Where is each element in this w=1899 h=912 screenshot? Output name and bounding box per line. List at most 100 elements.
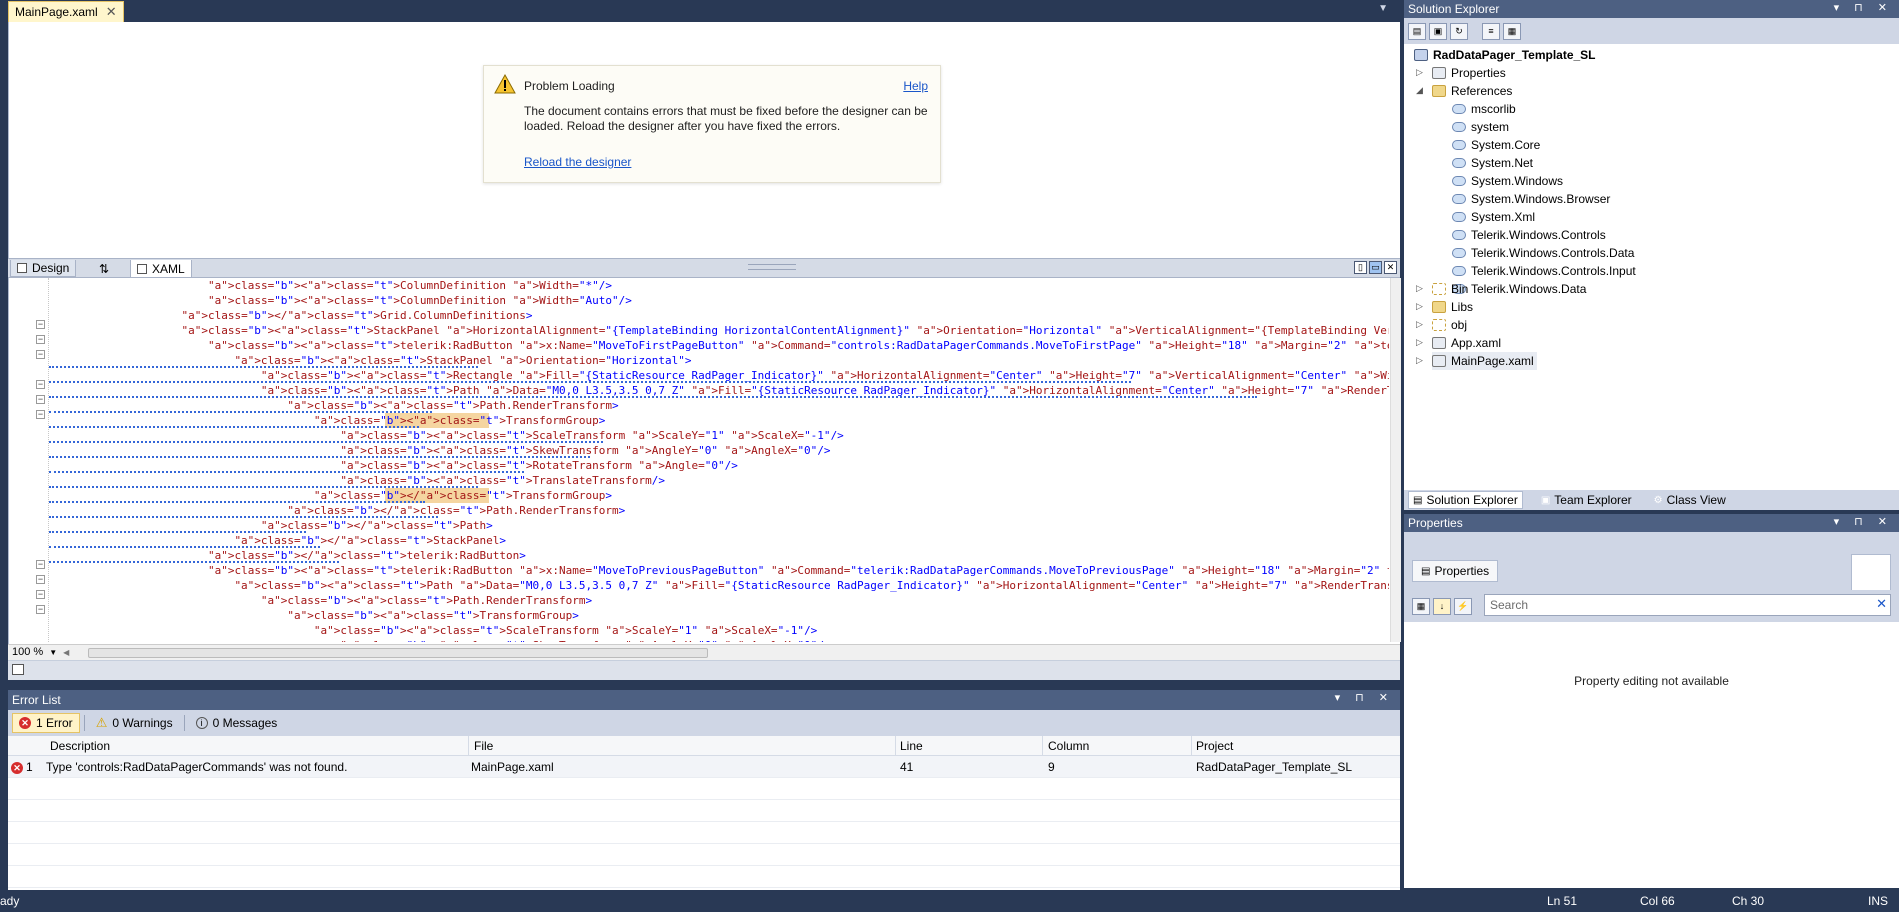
error-list-title-bar: Error List ▾ ⊓ ✕ xyxy=(8,690,1400,710)
chevron-down-icon[interactable]: ▼ xyxy=(1378,3,1388,14)
tree-item-reference[interactable]: System.Windows xyxy=(1452,172,1563,190)
code-line[interactable]: "a">class="b"><"a">class="t">Path.Render… xyxy=(49,593,592,608)
code-line[interactable]: "a">class="b"><"a">class="t">ColumnDefin… xyxy=(49,278,612,293)
tab-xaml[interactable]: XAML xyxy=(130,260,192,278)
errors-filter-button[interactable]: ✕ 1 Error xyxy=(12,713,80,733)
column-header-line[interactable]: Line xyxy=(900,739,923,753)
outline-icon[interactable] xyxy=(12,664,24,675)
code-area[interactable]: "a">class="b"><"a">class="t">ColumnDefin… xyxy=(49,278,1389,642)
tab-solution-explorer[interactable]: ▤ Solution Explorer xyxy=(1408,491,1523,509)
help-link[interactable]: Help xyxy=(903,79,928,93)
code-line[interactable]: "a">class="b"><"a">class="t">StackPanel … xyxy=(49,323,1389,338)
properties-tool-icon[interactable]: ▤ xyxy=(1408,22,1426,40)
code-line[interactable]: "a">class="b"><"a">class="t">ScaleTransf… xyxy=(49,623,817,638)
show-all-files-icon[interactable]: ▣ xyxy=(1429,22,1447,40)
tree-item-reference[interactable]: System.Windows.Browser xyxy=(1452,190,1610,208)
collapse-icon[interactable]: − xyxy=(36,605,45,614)
clear-search-icon[interactable]: ✕ xyxy=(1876,596,1887,612)
tree-item-reference[interactable]: Telerik.Windows.Controls.Data xyxy=(1452,244,1634,262)
code-line[interactable]: "a">class="b"><"a">class="t">telerik:Rad… xyxy=(49,338,1389,353)
tab-mainpage-xaml[interactable]: MainPage.xaml ✕ xyxy=(8,1,124,22)
reload-designer-link[interactable]: Reload the designer xyxy=(524,155,631,169)
collapse-icon[interactable]: − xyxy=(36,350,45,359)
collapse-icon[interactable]: − xyxy=(36,335,45,344)
vertical-scrollbar[interactable] xyxy=(1390,278,1401,642)
column-header-description[interactable]: Description xyxy=(50,739,110,753)
tree-item-bin[interactable]: Bin xyxy=(1432,280,1468,298)
code-line[interactable]: "a">class="b"><"a">class="t">telerik:Rad… xyxy=(49,563,1389,578)
messages-filter-button[interactable]: i 0 Messages xyxy=(189,713,285,733)
panel-controls[interactable]: ▾ ⊓ ✕ xyxy=(1335,691,1394,704)
tree-label: System.Windows xyxy=(1471,174,1564,188)
reference-icon xyxy=(1452,230,1466,240)
expand-icon[interactable]: ▷ xyxy=(1416,283,1423,294)
swap-panes-button[interactable]: ⇅ xyxy=(90,260,118,277)
expand-icon[interactable]: ▷ xyxy=(1416,355,1423,366)
expand-icon[interactable]: ▷ xyxy=(1416,337,1423,348)
sort-alphabetical-icon[interactable]: ↓ xyxy=(1433,597,1451,615)
property-search-input[interactable]: Search xyxy=(1484,594,1891,616)
collapse-icon[interactable]: − xyxy=(36,575,45,584)
tree-item-libs[interactable]: Libs xyxy=(1432,298,1473,316)
collapse-icon[interactable]: − xyxy=(36,380,45,389)
events-icon[interactable]: ⚡ xyxy=(1454,597,1472,615)
warning-icon: ⚠ xyxy=(95,715,108,730)
panel-controls[interactable]: ▾ ⊓ ✕ xyxy=(1834,1,1893,14)
expand-icon[interactable]: ▷ xyxy=(1416,301,1423,312)
collapse-icon[interactable]: − xyxy=(36,395,45,404)
code-line[interactable]: "a">class="b"><"a">class="t">Path "a">Da… xyxy=(49,578,1389,593)
tree-item-reference[interactable]: Telerik.Windows.Controls.Input xyxy=(1452,262,1636,280)
categorized-icon[interactable]: ▦ xyxy=(1412,597,1430,615)
tab-properties[interactable]: ▤ Properties xyxy=(1412,560,1499,582)
tree-item-project[interactable]: RadDataPager_Template_SL xyxy=(1414,46,1596,64)
collapse-icon[interactable]: − xyxy=(36,590,45,599)
horizontal-scrollbar[interactable] xyxy=(88,648,708,658)
tab-design[interactable]: Design xyxy=(10,260,77,277)
chevron-down-icon: ▼ xyxy=(49,647,58,657)
tree-item-references[interactable]: References xyxy=(1432,82,1512,100)
collapse-pane-icon[interactable]: ✕ xyxy=(1384,261,1397,274)
tree-item-reference[interactable]: mscorlib xyxy=(1452,100,1516,118)
table-row[interactable]: ✕ 1 Type 'controls:RadDataPagerCommands'… xyxy=(8,756,1400,778)
tree-item-mainpage-xaml[interactable]: MainPage.xaml xyxy=(1432,352,1537,370)
refresh-icon[interactable]: ↻ xyxy=(1450,22,1468,40)
tree-item-reference[interactable]: System.Xml xyxy=(1452,208,1535,226)
code-line[interactable]: "a">class="b"></"a">class="t">Grid.Colum… xyxy=(49,308,532,323)
tree-item-reference[interactable]: Telerik.Windows.Data xyxy=(1452,280,1586,298)
expand-icon[interactable]: ▷ xyxy=(1416,67,1423,78)
expand-icon[interactable]: ▷ xyxy=(1416,319,1423,330)
tab-team-explorer[interactable]: ▣ Team Explorer xyxy=(1537,492,1636,508)
tree-item-reference[interactable]: system xyxy=(1452,118,1509,136)
xaml-code-editor[interactable]: − − − − − − − − − − "a">class="b"><"a">c… xyxy=(8,278,1401,644)
tree-item-reference[interactable]: System.Net xyxy=(1452,154,1533,172)
status-column: Col 66 xyxy=(1640,894,1675,908)
warnings-filter-button[interactable]: ⚠ 0 Warnings xyxy=(89,713,180,733)
view-designer-icon[interactable]: ▦ xyxy=(1503,22,1521,40)
view-code-icon[interactable]: ≡ xyxy=(1482,22,1500,40)
collapse-icon[interactable]: − xyxy=(36,410,45,419)
panel-controls[interactable]: ▾ ⊓ ✕ xyxy=(1834,515,1893,528)
code-line[interactable]: "a">class="b"><"a">class="t">SkewTransfo… xyxy=(49,638,830,642)
column-header-column[interactable]: Column xyxy=(1048,739,1089,753)
tree-item-app-xaml[interactable]: App.xaml xyxy=(1432,334,1501,352)
tree-item-properties[interactable]: Properties xyxy=(1432,64,1506,82)
collapse-icon[interactable]: − xyxy=(36,560,45,569)
tree-item-reference[interactable]: Telerik.Windows.Controls xyxy=(1452,226,1606,244)
tab-class-view[interactable]: ⚙ Class View xyxy=(1650,492,1730,508)
horizontal-split-icon[interactable]: ▭ xyxy=(1369,261,1382,274)
collapse-icon[interactable]: ◢ xyxy=(1416,85,1423,96)
code-line[interactable]: "a">class="b"><"a">class="t">TransformGr… xyxy=(49,608,578,623)
code-line[interactable]: "a">class="b"><"a">class="t">ColumnDefin… xyxy=(49,293,632,308)
column-header-project[interactable]: Project xyxy=(1196,739,1233,753)
close-icon[interactable]: ✕ xyxy=(106,4,117,20)
tree-item-reference[interactable]: System.Core xyxy=(1452,136,1540,154)
column-header-file[interactable]: File xyxy=(474,739,493,753)
scroll-left-icon[interactable]: ◀ xyxy=(63,648,69,657)
splitter-grip[interactable] xyxy=(748,264,796,270)
collapse-icon[interactable]: − xyxy=(36,320,45,329)
document-tab-strip: MainPage.xaml ✕ ▼ xyxy=(0,0,1400,22)
tab-label: MainPage.xaml xyxy=(15,5,98,19)
vertical-split-icon[interactable]: ▯ xyxy=(1354,261,1367,274)
tree-item-obj[interactable]: obj xyxy=(1432,316,1467,334)
zoom-select[interactable]: 100 % ▼ ◀ xyxy=(12,646,69,658)
